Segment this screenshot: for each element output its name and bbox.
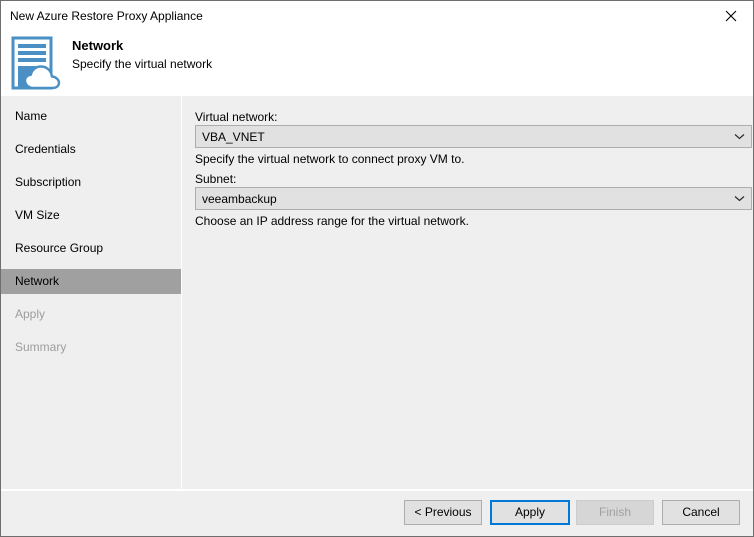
footer-button-bar: < Previous Apply Finish Cancel — [1, 491, 753, 536]
header-title: Network — [72, 38, 124, 53]
new-azure-restore-proxy-appliance-dialog: New Azure Restore Proxy Appliance Networ… — [0, 0, 754, 537]
apply-button[interactable]: Apply — [490, 500, 570, 525]
azure-vm-cloud-icon — [10, 34, 70, 92]
content-panel: Virtual network: VBA_VNET Specify the vi… — [183, 96, 753, 489]
sidebar-item-name[interactable]: Name — [1, 104, 181, 129]
subnet-label: Subnet: — [195, 172, 237, 186]
wizard-step-sidebar: Name Credentials Subscription VM Size Re… — [1, 96, 182, 489]
subnet-select[interactable]: veeambackup — [195, 187, 752, 210]
virtual-network-value: VBA_VNET — [202, 130, 265, 144]
header-subtitle: Specify the virtual network — [72, 57, 213, 71]
sidebar-item-summary: Summary — [15, 340, 67, 354]
sidebar-item-credentials[interactable]: Credentials — [1, 137, 181, 162]
finish-button: Finish — [576, 500, 654, 525]
cancel-button[interactable]: Cancel — [662, 500, 740, 525]
sidebar-item-vm-size[interactable]: VM Size — [1, 203, 181, 228]
sidebar-top-spacer — [1, 96, 181, 104]
close-icon — [725, 10, 737, 22]
subnet-value: veeambackup — [202, 192, 277, 206]
sidebar-item-apply: Apply — [15, 307, 46, 321]
chevron-down-icon — [727, 188, 751, 209]
sidebar-item-resource-group[interactable]: Resource Group — [1, 236, 181, 261]
sidebar-item-subscription[interactable]: Subscription — [1, 170, 181, 195]
subnet-hint: Choose an IP address range for the virtu… — [195, 214, 469, 228]
chevron-down-icon — [727, 126, 751, 147]
virtual-network-label: Virtual network: — [195, 110, 278, 124]
window-title: New Azure Restore Proxy Appliance — [10, 9, 203, 23]
virtual-network-select[interactable]: VBA_VNET — [195, 125, 752, 148]
close-button[interactable] — [708, 1, 753, 30]
header-banner: Network Specify the virtual network — [1, 31, 753, 96]
body-area: Name Credentials Subscription VM Size Re… — [1, 96, 753, 489]
previous-button[interactable]: < Previous — [404, 500, 482, 525]
sidebar-item-network[interactable]: Network — [1, 269, 181, 294]
virtual-network-hint: Specify the virtual network to connect p… — [195, 152, 465, 166]
title-bar: New Azure Restore Proxy Appliance — [1, 1, 753, 31]
